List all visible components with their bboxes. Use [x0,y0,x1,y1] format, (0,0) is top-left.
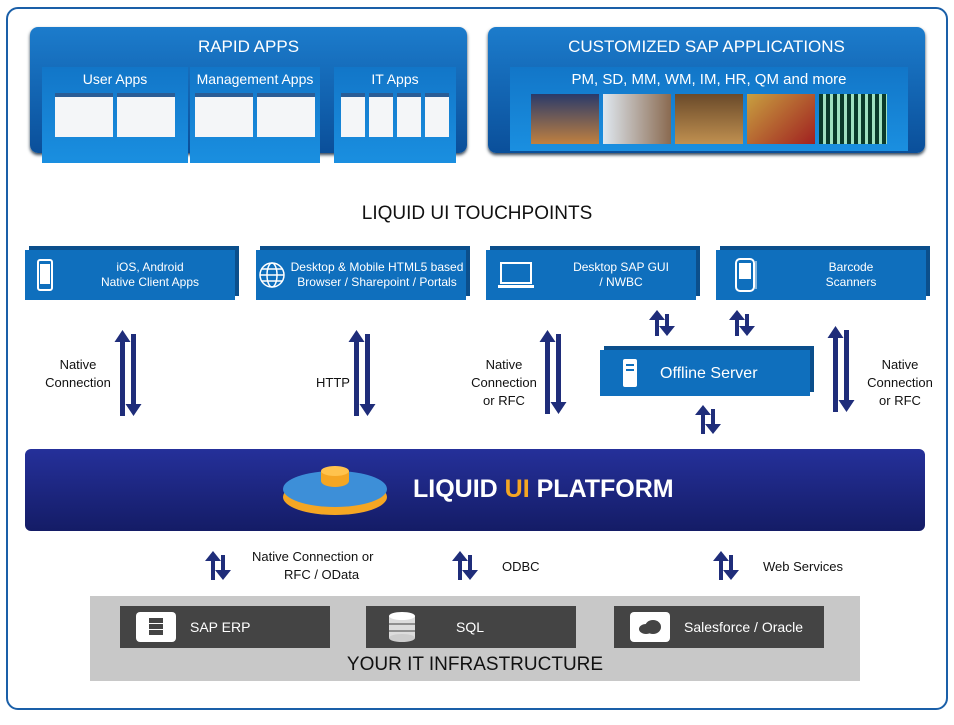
bidirectional-arrow-icon [205,551,231,580]
bidirectional-arrow-icon [539,330,567,414]
bidirectional-arrow-icon [695,405,721,434]
bidirectional-arrow-icon [348,330,376,416]
arrows-layer [114,310,855,580]
bidirectional-arrow-icon [713,551,739,580]
bidirectional-arrow-icon [649,310,675,336]
bidirectional-arrow-icon [827,326,855,412]
bidirectional-arrow-icon [729,310,755,336]
bidirectional-arrow-icon [114,330,142,416]
bidirectional-arrow-icon [452,551,478,580]
